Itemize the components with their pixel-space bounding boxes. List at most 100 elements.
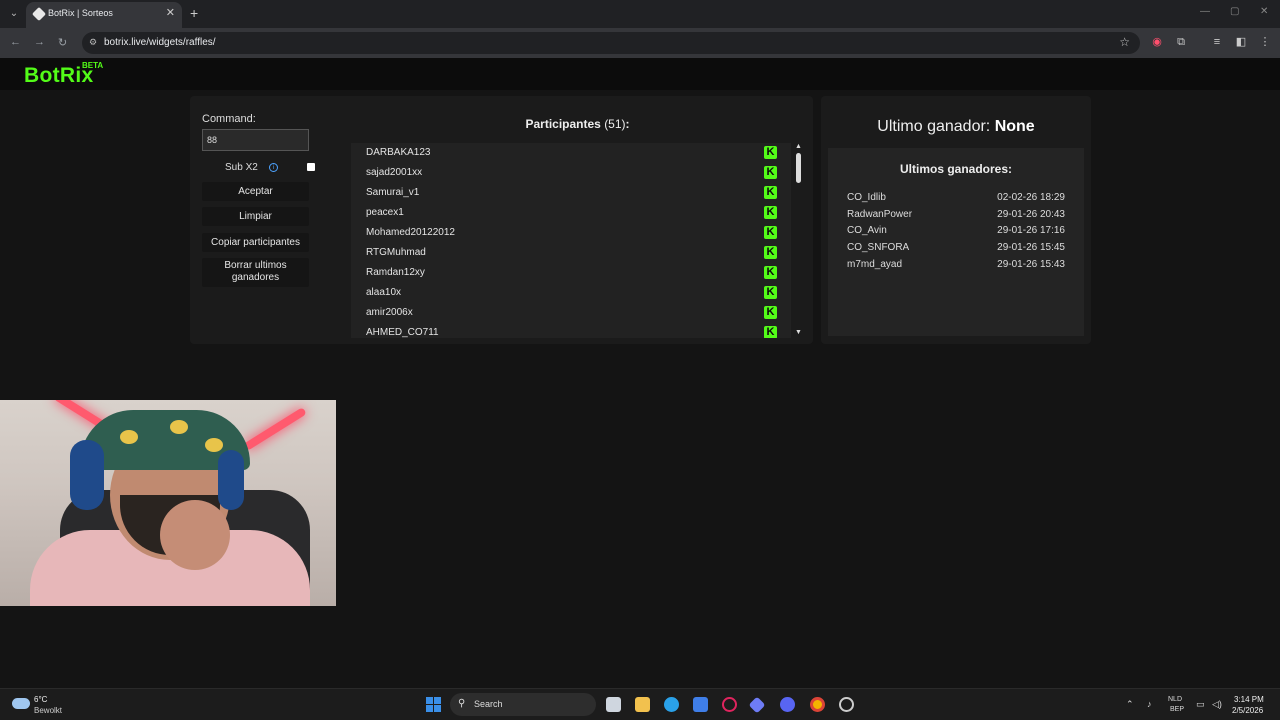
keyboard-layout[interactable]: BEP — [1170, 706, 1184, 713]
task-view-icon[interactable] — [606, 697, 621, 712]
winner-date: 02-02-26 18:29 — [997, 192, 1065, 203]
scroll-thumb[interactable] — [796, 153, 801, 183]
beta-badge: BETA — [82, 61, 104, 70]
address-bar[interactable]: ⚙ botrix.live/widgets/raffles/ ☆ — [82, 32, 1140, 54]
recent-winners-box: Ultimos ganadores: CO_Idlib 02-02-26 18:2… — [828, 148, 1084, 336]
sub-x2-checkbox[interactable] — [307, 163, 315, 171]
kick-icon: K — [764, 266, 777, 279]
window-close-icon[interactable]: ✕ — [1260, 6, 1268, 17]
volume-icon[interactable]: ◁) — [1212, 699, 1222, 710]
participant-row: alaa10x K — [351, 283, 791, 303]
clock-time[interactable]: 3:14 PM — [1234, 695, 1264, 704]
media-control-icon[interactable]: ≡ — [1210, 35, 1224, 49]
winner-row: RadwanPower 29-01-26 20:43 — [847, 209, 1065, 225]
windows-start-icon[interactable] — [426, 697, 441, 712]
winner-date: 29-01-26 20:43 — [997, 208, 1065, 220]
participants-list[interactable]: DARBAKA123 Ksajad2001xx K Samurai_v1 Kpeacex… — [351, 143, 791, 338]
participant-name: Mohamed20122012 — [366, 227, 455, 238]
discord-icon[interactable] — [780, 697, 795, 712]
display-icon[interactable]: ▭ — [1196, 699, 1205, 710]
tab-search-chevron-icon[interactable]: ⌄ — [6, 6, 22, 22]
winner-date: 29-01-26 15:45 — [997, 242, 1065, 254]
scroll-up-arrow-icon[interactable]: ▲ — [795, 143, 802, 150]
kick-icon: K — [764, 246, 777, 259]
botrix-favicon-icon — [31, 6, 47, 22]
participant-name: DARBAKA123 — [366, 147, 431, 158]
browser-tab[interactable]: BotRix | Sorteos ✕ — [26, 2, 182, 28]
participant-row: amir2006x K — [351, 303, 791, 323]
new-tab-icon[interactable]: + — [190, 5, 198, 21]
kick-icon: K — [764, 226, 777, 239]
minimize-icon[interactable]: — — [1200, 6, 1210, 17]
browser-menu-icon[interactable]: ⋮ — [1258, 35, 1272, 49]
participant-row: RTGMuhmad K — [351, 243, 791, 263]
copy-participants-button[interactable]: Copiar participantes — [202, 233, 309, 252]
tab-title: BotRix | Sorteos — [48, 8, 113, 18]
kick-icon: K — [764, 166, 777, 179]
maximize-icon[interactable]: ▢ — [1230, 6, 1239, 17]
participant-row: AHMED_CO711 K — [351, 323, 791, 338]
browser-tab-strip: ⌄ BotRix | Sorteos ✕ + — ▢ ✕ — [0, 0, 1280, 28]
site-info-icon[interactable]: ⚙ — [89, 37, 97, 48]
weather-temperature[interactable]: 6°C — [34, 695, 47, 704]
obs-icon[interactable] — [839, 697, 854, 712]
delete-last-winners-button[interactable]: Borrar ultimos ganadores — [202, 258, 309, 287]
participant-name: Samurai_v1 — [366, 187, 420, 198]
extension-record-icon[interactable]: ◉ — [1150, 35, 1164, 49]
participant-row: Ramdan12xy K — [351, 263, 791, 283]
info-icon[interactable]: i — [269, 163, 278, 172]
participant-name: alaa10x — [366, 287, 402, 298]
chrome-icon[interactable] — [810, 697, 825, 712]
participant-name: AHMED_CO711 — [366, 327, 439, 338]
language-indicator[interactable]: NLD — [1168, 696, 1182, 703]
winner-name: CO_SNFORA — [847, 242, 910, 254]
clear-button[interactable]: Limpiar — [202, 207, 309, 226]
participant-row: sajad2001xx K — [351, 163, 791, 183]
store-icon[interactable] — [693, 697, 708, 712]
tray-expand-icon[interactable]: ⌃ — [1126, 699, 1134, 710]
accept-button[interactable]: Aceptar — [202, 182, 309, 201]
scroll-down-arrow-icon[interactable]: ▼ — [795, 329, 802, 336]
kick-icon: K — [764, 286, 777, 299]
microphone-icon[interactable]: ♪ — [1147, 699, 1152, 709]
participant-name: peacex1 — [366, 207, 404, 218]
kick-icon: K — [764, 186, 777, 199]
site-header: BotRix BETA — [0, 58, 1280, 90]
participants-label: Participantes — [525, 117, 601, 131]
winner-date: 29-01-26 17:16 — [997, 225, 1065, 237]
winners-panel: Ultimo ganador: None Ultimos ganadores: … — [821, 96, 1091, 344]
weather-description[interactable]: Bewolkt — [34, 706, 62, 715]
edge-icon[interactable] — [664, 697, 679, 712]
participant-row: DARBAKA123 K — [351, 143, 791, 163]
sub-x2-label: Sub X2 — [225, 162, 258, 173]
url-text[interactable]: botrix.live/widgets/raffles/ — [104, 37, 216, 48]
forward-icon[interactable]: → — [34, 36, 45, 48]
participants-count: (51) — [604, 117, 626, 131]
winner-row: m7md_ayad 29-01-26 15:43 — [847, 259, 1065, 275]
kick-icon: K — [764, 326, 777, 338]
windows-taskbar: 6°C Bewolkt ⚲ Search ⌃ ♪ NLD BEP ▭ ◁) 3:… — [0, 688, 1280, 720]
taskbar-search[interactable]: ⚲ Search — [450, 693, 596, 716]
cap-pattern — [120, 430, 138, 444]
back-icon[interactable]: ← — [10, 36, 21, 48]
last-winner-label: Ultimo ganador: — [877, 118, 991, 135]
command-input[interactable] — [202, 129, 309, 151]
clock-date[interactable]: 2/5/2026 — [1232, 706, 1263, 715]
winner-row: CO_Idlib 02-02-26 18:29 — [847, 192, 1065, 208]
extensions-puzzle-icon[interactable]: ⧉ — [1174, 35, 1188, 49]
search-placeholder: Search — [474, 699, 503, 709]
opera-icon[interactable] — [722, 697, 737, 712]
kick-icon: K — [764, 206, 777, 219]
kick-icon: K — [764, 146, 777, 159]
bookmark-star-icon[interactable]: ☆ — [1119, 35, 1130, 49]
winner-row: CO_Avin 29-01-26 17:16 — [847, 225, 1065, 241]
app-icon[interactable] — [748, 696, 766, 714]
file-explorer-icon[interactable] — [635, 697, 650, 712]
profile-icon[interactable]: ◧ — [1234, 35, 1248, 49]
headset-left — [70, 440, 104, 510]
participants-scrollbar[interactable]: ▲ ▼ — [793, 143, 805, 338]
reload-icon[interactable]: ↻ — [58, 36, 67, 49]
cloud-icon[interactable] — [12, 698, 30, 709]
tab-close-icon[interactable]: ✕ — [166, 6, 175, 19]
participant-row: Mohamed20122012 K — [351, 223, 791, 243]
